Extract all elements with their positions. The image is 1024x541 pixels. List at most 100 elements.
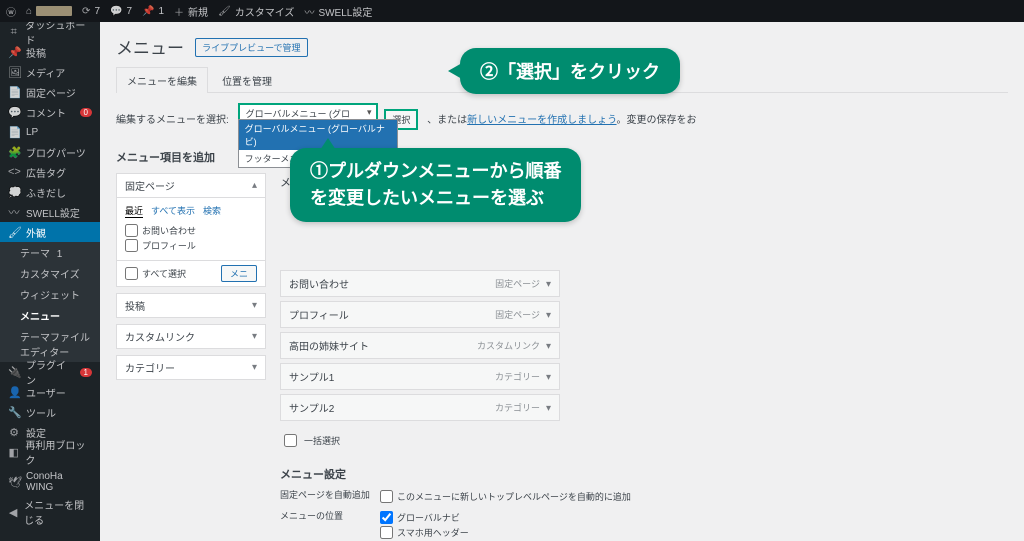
customize-link[interactable]: 🖌カスタマイズ — [218, 4, 294, 19]
live-preview-button[interactable]: ライブプレビューで管理 — [195, 38, 307, 57]
sidebar-item-plugins[interactable]: 🔌プラグイン1 — [0, 362, 100, 382]
checkbox[interactable] — [380, 490, 393, 503]
location-label: メニューの位置 — [280, 509, 380, 541]
checkbox[interactable] — [125, 224, 138, 237]
menu-item[interactable]: お問い合わせ固定ページ▾ — [280, 270, 560, 297]
wp-logo-icon[interactable]: ⓦ — [6, 4, 16, 19]
panel-custom-link-header[interactable]: カスタムリンク▾ — [117, 325, 265, 348]
sidebar-item-swell[interactable]: 〰SWELL設定 — [0, 202, 100, 222]
tab-search[interactable]: 検索 — [203, 204, 221, 218]
checkbox[interactable] — [380, 526, 393, 539]
menu-item[interactable]: プロフィール固定ページ▾ — [280, 301, 560, 328]
sidebar-item-reusable[interactable]: ◧再利用ブロック — [0, 442, 100, 462]
checkbox[interactable] — [380, 511, 393, 524]
home-icon: ⌂ — [26, 6, 32, 17]
sidebar-item-pages[interactable]: 📄固定ページ — [0, 82, 100, 102]
main-content: メニュー ライブプレビューで管理 メニューを編集 位置を管理 編集するメニューを… — [100, 22, 1024, 541]
sidebar-collapse[interactable]: ◀メニューを閉じる — [0, 502, 100, 522]
checkbox[interactable] — [125, 267, 138, 280]
menu-item[interactable]: 高田の姉妹サイトカスタムリンク▾ — [280, 332, 560, 359]
sidebar-item-media[interactable]: 🖼メディア — [0, 62, 100, 82]
code-icon: <> — [8, 166, 20, 178]
menu-option[interactable]: グローバルメニュー (グローバルナビ) — [239, 120, 397, 150]
selector-label: 編集するメニューを選択: — [116, 115, 229, 126]
wave-icon: 〰 — [8, 204, 20, 220]
brush-icon: 🖌 — [8, 226, 20, 239]
chevron-down-icon: ▾ — [546, 372, 551, 383]
plug-icon: 🔌 — [8, 366, 20, 379]
media-icon: 🖼 — [8, 66, 20, 79]
panel-pages-header[interactable]: 固定ページ▴ — [117, 174, 265, 197]
loc-sp-header[interactable]: スマホ用ヘッダー — [380, 526, 573, 539]
sidebar-item-blogparts[interactable]: 🧩ブログパーツ — [0, 142, 100, 162]
panel-pages: 固定ページ▴ 最近 すべて表示 検索 お問い合わせ プロフィール すべて選択 メ… — [116, 173, 266, 287]
submenu-customize[interactable]: カスタマイズ — [0, 263, 100, 284]
menu-item-label: プロフィール — [289, 307, 349, 322]
collapse-icon: ◀ — [8, 506, 18, 519]
tab-manage-locations[interactable]: 位置を管理 — [211, 67, 283, 93]
sidebar-item-dashboard[interactable]: ⌗ダッシュボード — [0, 22, 100, 42]
plus-icon: ＋ — [174, 4, 184, 19]
add-to-menu-button[interactable]: メニ — [221, 265, 257, 282]
loc-global[interactable]: グローバルナビ — [380, 511, 573, 524]
sidebar-item-tools[interactable]: 🔧ツール — [0, 402, 100, 422]
menu-item-type: 固定ページ — [495, 279, 540, 289]
auto-add-check[interactable]: このメニューに新しいトップレベルページを自動的に追加 — [380, 490, 631, 503]
badge: 1 — [57, 249, 63, 260]
sidebar-item-adtag[interactable]: <>広告タグ — [0, 162, 100, 182]
panel-category-header[interactable]: カテゴリー▾ — [117, 356, 265, 379]
wave-icon: 〰 — [304, 4, 314, 19]
submenu-menus[interactable]: メニュー — [0, 305, 100, 326]
menu-items-list: お問い合わせ固定ページ▾プロフィール固定ページ▾高田の姉妹サイトカスタムリンク▾… — [280, 270, 560, 421]
menu-item[interactable]: サンプル2カテゴリー▾ — [280, 394, 560, 421]
page-icon: 📄 — [8, 126, 20, 139]
create-menu-link[interactable]: 新しいメニューを作成しましょう — [467, 115, 616, 126]
sidebar-item-lp[interactable]: 📄LP — [0, 122, 100, 142]
chevron-down-icon: ▾ — [546, 341, 551, 352]
panel-posts: 投稿▾ — [116, 293, 266, 318]
tab-all[interactable]: すべて表示 — [151, 204, 195, 218]
menu-item-type: カスタムリンク — [477, 341, 540, 351]
sidebar-item-appearance[interactable]: 🖌外観 — [0, 222, 100, 242]
panel-posts-header[interactable]: 投稿▾ — [117, 294, 265, 317]
page-item-contact[interactable]: お問い合わせ — [125, 224, 257, 237]
site-name[interactable]: ⌂ — [26, 6, 72, 17]
menu-settings: メニュー設定 固定ページを自動追加 このメニューに新しいトップレベルページを自動… — [280, 466, 1008, 541]
badge: 1 — [80, 368, 92, 377]
chevron-down-icon: ▾ — [252, 300, 257, 311]
wrench-icon: 🔧 — [8, 406, 20, 419]
appearance-submenu: テーマ 1 カスタマイズ ウィジェット メニュー テーマファイルエディター — [0, 242, 100, 362]
refresh-icon: ⟳ — [82, 6, 90, 17]
submenu-widgets[interactable]: ウィジェット — [0, 284, 100, 305]
admin-bar: ⓦ ⌂ ⟳7 💬7 📌1 ＋新規 🖌カスタマイズ 〰SWELL設定 — [0, 0, 1024, 22]
comments-indicator[interactable]: 💬7 — [110, 6, 132, 17]
pin-indicator[interactable]: 📌1 — [142, 6, 164, 17]
chevron-up-icon: ▴ — [252, 180, 257, 191]
menu-selector-row: 編集するメニューを選択: グローバルメニュー (グローバルナビ) グローバルメニ… — [116, 103, 1008, 137]
new-content[interactable]: ＋新規 — [174, 4, 208, 19]
block-icon: ◧ — [8, 446, 19, 459]
menu-item-label: サンプル1 — [289, 369, 334, 384]
sidebar-item-conoha[interactable]: 🕊ConoHa WING — [0, 472, 100, 492]
chevron-down-icon: ▾ — [252, 362, 257, 373]
add-menu-items-column: メニュー項目を追加 固定ページ▴ 最近 すべて表示 検索 お問い合わせ プロフィ… — [116, 149, 266, 541]
sidebar-item-fukidashi[interactable]: 💭ふきだし — [0, 182, 100, 202]
tab-recent[interactable]: 最近 — [125, 204, 143, 218]
menu-item[interactable]: サンプル1カテゴリー▾ — [280, 363, 560, 390]
submenu-themes[interactable]: テーマ 1 — [0, 242, 100, 263]
pages-mini-tabs: 最近 すべて表示 検索 — [125, 204, 257, 218]
bulk-select-label[interactable]: 一括選択 — [280, 431, 1008, 450]
select-all[interactable]: すべて選択 — [125, 267, 186, 280]
updates-indicator[interactable]: ⟳7 — [82, 6, 100, 17]
gear-icon: ⚙ — [8, 426, 20, 439]
checkbox[interactable] — [125, 239, 138, 252]
tab-edit-menus[interactable]: メニューを編集 — [116, 67, 208, 93]
swell-link[interactable]: 〰SWELL設定 — [304, 4, 372, 19]
annotation-callout-1: ①プルダウンメニューから順番 を変更したいメニューを選ぶ — [290, 148, 581, 222]
panel-category: カテゴリー▾ — [116, 355, 266, 380]
wing-icon: 🕊 — [8, 476, 20, 489]
checkbox[interactable] — [284, 434, 297, 447]
sidebar-item-comments[interactable]: 💬コメント0 — [0, 102, 100, 122]
page-item-profile[interactable]: プロフィール — [125, 239, 257, 252]
sidebar-item-users[interactable]: 👤ユーザー — [0, 382, 100, 402]
